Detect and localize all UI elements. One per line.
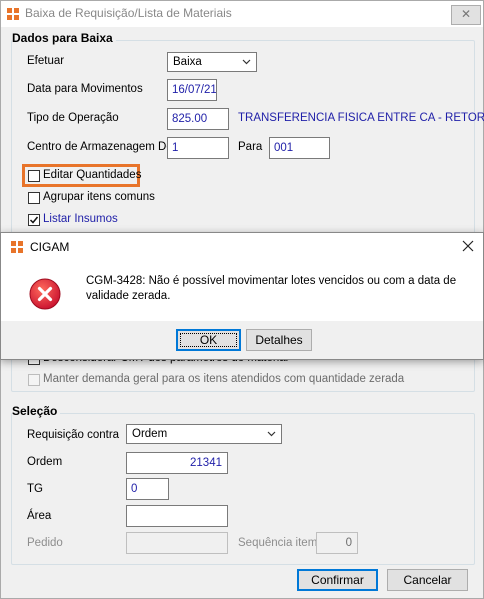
selecao-section-title: Seleção [12, 404, 61, 418]
pedido-label: Pedido [27, 537, 63, 549]
centro-para-value: 001 [274, 142, 294, 154]
data-movimentos-value: 16/07/21 [172, 84, 217, 96]
centro-para-label: Para [238, 141, 263, 153]
listar-insumos-label: Listar Insumos [43, 213, 118, 225]
tg-value: 0 [131, 483, 138, 495]
dialog-detalhes-button[interactable]: Detalhes [246, 329, 312, 351]
ordem-label: Ordem [27, 456, 63, 468]
efetuar-select[interactable]: Baixa [167, 52, 257, 72]
dialog-detalhes-label: Detalhes [255, 333, 303, 347]
agrupar-itens-checkbox[interactable] [28, 192, 40, 204]
requisicao-contra-select[interactable]: Ordem [126, 424, 282, 444]
dialog-message: CGM-3428: Não é possível movimentar lote… [86, 275, 457, 302]
cigam-app-icon [7, 8, 19, 20]
tipo-operacao-field[interactable]: 825.00 [167, 108, 229, 130]
dialog-button-bar: OK Detalhes [1, 321, 483, 359]
chevron-down-icon [242, 59, 251, 65]
sequencia-item-label: Sequência item [238, 537, 318, 549]
window-titlebar: Baixa de Requisição/Lista de Materiais ✕ [1, 1, 483, 27]
cancelar-button-label: Cancelar [403, 573, 452, 587]
sequencia-item-value: 0 [345, 537, 352, 549]
dialog-close-icon[interactable] [459, 237, 477, 255]
agrupar-itens-label: Agrupar itens comuns [43, 191, 155, 203]
checkmark-icon [29, 216, 39, 224]
ordem-field[interactable]: 21341 [126, 452, 228, 474]
listar-insumos-checkbox[interactable] [28, 214, 40, 226]
window-close-button[interactable]: ✕ [451, 5, 481, 25]
data-movimentos-label: Data para Movimentos [27, 83, 143, 95]
requisicao-contra-value: Ordem [132, 428, 168, 440]
manter-demanda-checkbox[interactable] [28, 374, 40, 386]
error-dialog: CIGAM CGM-3428: Não é possível movimenta… [0, 232, 484, 360]
centro-armazenagem-label: Centro de Armazenagem De [27, 141, 173, 153]
tipo-operacao-label: Tipo de Operação [27, 112, 119, 124]
tipo-operacao-value: 825.00 [172, 113, 208, 125]
efetuar-label: Efetuar [27, 55, 65, 67]
window-title: Baixa de Requisição/Lista de Materiais [25, 6, 232, 20]
centro-de-field[interactable]: 1 [167, 137, 229, 159]
centro-para-field[interactable]: 001 [269, 137, 330, 159]
centro-de-value: 1 [172, 142, 179, 154]
requisicao-contra-label: Requisição contra [27, 429, 120, 441]
focus-ring [180, 333, 237, 347]
pedido-field[interactable] [126, 532, 228, 554]
confirmar-button-label: Confirmar [311, 573, 364, 587]
tipo-operacao-description: TRANSFERENCIA FISICA ENTRE CA - RETORNO [238, 112, 484, 124]
tg-label: TG [27, 483, 43, 495]
sequencia-item-field[interactable]: 0 [316, 532, 358, 554]
area-label: Área [27, 510, 52, 522]
area-field[interactable] [126, 505, 228, 527]
confirmar-button[interactable]: Confirmar [297, 569, 378, 591]
editar-quantidades-checkbox[interactable] [28, 170, 40, 182]
manter-demanda-label: Manter demanda geral para os itens atend… [43, 373, 405, 385]
dialog-ok-button[interactable]: OK [176, 329, 241, 351]
data-movimentos-field[interactable]: 16/07/21 [167, 79, 217, 101]
efetuar-select-value: Baixa [173, 56, 202, 68]
error-icon [29, 278, 61, 310]
cigam-app-icon [11, 241, 23, 253]
ordem-value: 21341 [190, 457, 222, 469]
chevron-down-icon [267, 431, 276, 437]
dialog-title: CIGAM [30, 240, 70, 254]
baixa-section-title: Dados para Baixa [12, 31, 116, 45]
tg-field[interactable]: 0 [126, 478, 169, 500]
cancelar-button[interactable]: Cancelar [387, 569, 468, 591]
editar-quantidades-label: Editar Quantidades [43, 169, 142, 181]
